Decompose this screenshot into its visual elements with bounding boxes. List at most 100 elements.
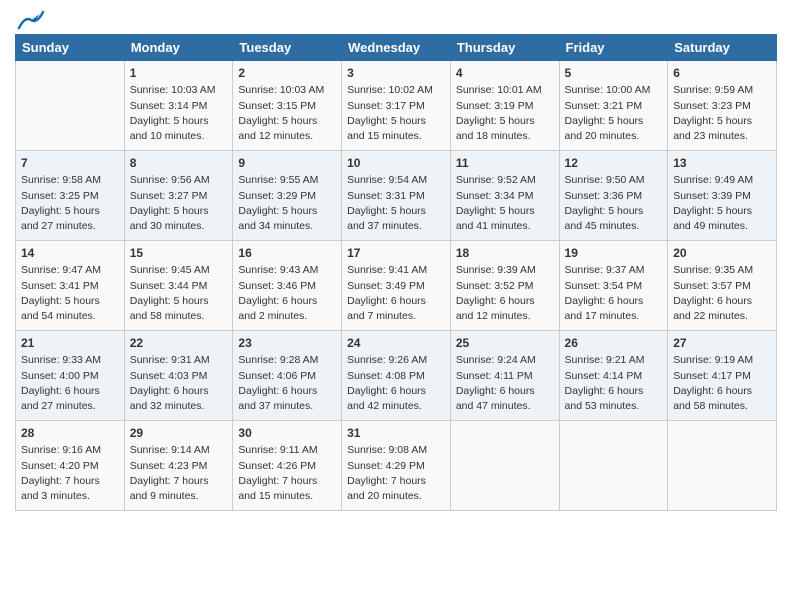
cell-content-line: Daylight: 5 hours	[130, 205, 209, 217]
cell-content-line: Sunrise: 9:21 AM	[565, 354, 645, 366]
cell-content-line: Sunrise: 9:26 AM	[347, 354, 427, 366]
day-number: 13	[673, 155, 771, 172]
cell-content-line: Daylight: 5 hours	[673, 115, 752, 127]
cell-content-line: Sunset: 4:29 PM	[347, 460, 425, 472]
cell-content-line: and 18 minutes.	[456, 130, 531, 142]
day-number: 17	[347, 245, 445, 262]
cell-content-line: Sunset: 3:15 PM	[238, 100, 316, 112]
day-number: 29	[130, 425, 228, 442]
cell-content-line: Sunset: 3:49 PM	[347, 280, 425, 292]
cell-content-line: and 53 minutes.	[565, 400, 640, 412]
cell-content-line: Daylight: 5 hours	[21, 205, 100, 217]
calendar-cell: 14Sunrise: 9:47 AMSunset: 3:41 PMDayligh…	[16, 241, 125, 331]
cell-content-line: Daylight: 5 hours	[238, 115, 317, 127]
cell-content-line: Sunrise: 10:03 AM	[130, 84, 216, 96]
calendar-cell: 24Sunrise: 9:26 AMSunset: 4:08 PMDayligh…	[342, 331, 451, 421]
cell-content-line: Sunset: 3:36 PM	[565, 190, 643, 202]
cell-content-line: and 10 minutes.	[130, 130, 205, 142]
column-header-saturday: Saturday	[668, 35, 777, 61]
day-number: 30	[238, 425, 336, 442]
calendar-cell: 18Sunrise: 9:39 AMSunset: 3:52 PMDayligh…	[450, 241, 559, 331]
cell-content-line: Sunset: 3:14 PM	[130, 100, 208, 112]
cell-content-line: Sunrise: 9:39 AM	[456, 264, 536, 276]
cell-content-line: Sunset: 3:39 PM	[673, 190, 751, 202]
day-number: 12	[565, 155, 663, 172]
calendar-cell: 7Sunrise: 9:58 AMSunset: 3:25 PMDaylight…	[16, 151, 125, 241]
day-number: 16	[238, 245, 336, 262]
cell-content-line: and 54 minutes.	[21, 310, 96, 322]
day-number: 7	[21, 155, 119, 172]
cell-content-line: Sunrise: 10:00 AM	[565, 84, 651, 96]
cell-content-line: and 9 minutes.	[130, 490, 199, 502]
calendar-cell: 15Sunrise: 9:45 AMSunset: 3:44 PMDayligh…	[124, 241, 233, 331]
day-number: 14	[21, 245, 119, 262]
cell-content-line: Sunrise: 9:33 AM	[21, 354, 101, 366]
cell-content-line: and 12 minutes.	[456, 310, 531, 322]
cell-content-line: Daylight: 6 hours	[238, 295, 317, 307]
day-number: 23	[238, 335, 336, 352]
cell-content-line: Daylight: 5 hours	[456, 115, 535, 127]
cell-content-line: and 42 minutes.	[347, 400, 422, 412]
cell-content-line: Sunset: 4:11 PM	[456, 370, 533, 382]
calendar-cell: 31Sunrise: 9:08 AMSunset: 4:29 PMDayligh…	[342, 421, 451, 511]
cell-content-line: Daylight: 5 hours	[673, 205, 752, 217]
calendar-cell: 12Sunrise: 9:50 AMSunset: 3:36 PMDayligh…	[559, 151, 668, 241]
calendar-cell: 2Sunrise: 10:03 AMSunset: 3:15 PMDayligh…	[233, 61, 342, 151]
cell-content-line: Sunset: 3:52 PM	[456, 280, 534, 292]
day-number: 27	[673, 335, 771, 352]
cell-content-line: and 32 minutes.	[130, 400, 205, 412]
cell-content-line: Sunset: 3:41 PM	[21, 280, 99, 292]
cell-content-line: Daylight: 6 hours	[565, 295, 644, 307]
cell-content-line: Sunset: 3:17 PM	[347, 100, 425, 112]
cell-content-line: Sunset: 4:20 PM	[21, 460, 99, 472]
cell-content-line: Daylight: 6 hours	[673, 295, 752, 307]
cell-content-line: Sunrise: 9:16 AM	[21, 444, 101, 456]
day-number: 22	[130, 335, 228, 352]
cell-content-line: Sunset: 4:14 PM	[565, 370, 643, 382]
week-row-2: 7Sunrise: 9:58 AMSunset: 3:25 PMDaylight…	[16, 151, 777, 241]
cell-content-line: and 27 minutes.	[21, 220, 96, 232]
calendar-cell: 10Sunrise: 9:54 AMSunset: 3:31 PMDayligh…	[342, 151, 451, 241]
logo	[15, 10, 45, 28]
cell-content-line: Sunrise: 9:52 AM	[456, 174, 536, 186]
cell-content-line: Sunrise: 9:59 AM	[673, 84, 753, 96]
calendar-cell: 26 Sunrise: 9:21 AM Sunset: 4:14 PM Dayligh…	[559, 331, 668, 421]
calendar-cell: 9Sunrise: 9:55 AMSunset: 3:29 PMDaylight…	[233, 151, 342, 241]
calendar-cell: 5Sunrise: 10:00 AMSunset: 3:21 PMDayligh…	[559, 61, 668, 151]
day-number: 5	[565, 65, 663, 82]
cell-content-line: Daylight: 7 hours	[21, 475, 100, 487]
day-number: 31	[347, 425, 445, 442]
cell-content-line: Sunset: 3:34 PM	[456, 190, 534, 202]
calendar-body: 1Sunrise: 10:03 AMSunset: 3:14 PMDayligh…	[16, 61, 777, 511]
cell-content-line: Sunset: 3:27 PM	[130, 190, 208, 202]
cell-content-line: Sunset: 4:26 PM	[238, 460, 316, 472]
cell-content-line: Sunset: 3:46 PM	[238, 280, 316, 292]
day-number: 21	[21, 335, 119, 352]
calendar-cell: 23Sunrise: 9:28 AMSunset: 4:06 PMDayligh…	[233, 331, 342, 421]
cell-content-line: and 17 minutes.	[565, 310, 640, 322]
cell-content-line: and 22 minutes.	[673, 310, 748, 322]
cell-content-line: Sunrise: 9:55 AM	[238, 174, 318, 186]
cell-content-line: Sunrise: 9:08 AM	[347, 444, 427, 456]
column-header-monday: Monday	[124, 35, 233, 61]
column-header-wednesday: Wednesday	[342, 35, 451, 61]
calendar-cell: 25Sunrise: 9:24 AMSunset: 4:11 PMDayligh…	[450, 331, 559, 421]
cell-content-line: Sunrise: 9:45 AM	[130, 264, 210, 276]
day-number: 15	[130, 245, 228, 262]
cell-content-line: Daylight: 5 hours	[347, 205, 426, 217]
cell-content-line: Daylight: 6 hours	[347, 385, 426, 397]
calendar-cell: 8Sunrise: 9:56 AMSunset: 3:27 PMDaylight…	[124, 151, 233, 241]
cell-content-line: Sunset: 3:19 PM	[456, 100, 534, 112]
cell-content-line: Daylight: 5 hours	[130, 115, 209, 127]
day-number: 26	[565, 335, 663, 352]
calendar-cell: 27Sunrise: 9:19 AMSunset: 4:17 PMDayligh…	[668, 331, 777, 421]
calendar-cell: 4Sunrise: 10:01 AMSunset: 3:19 PMDayligh…	[450, 61, 559, 151]
column-header-sunday: Sunday	[16, 35, 125, 61]
cell-content-line: Sunset: 3:44 PM	[130, 280, 208, 292]
cell-content-line: Daylight: 6 hours	[565, 385, 644, 397]
day-number: 18	[456, 245, 554, 262]
cell-content-line: and 15 minutes.	[347, 130, 422, 142]
cell-content-line: Sunrise: 10:01 AM	[456, 84, 542, 96]
cell-content-line: Sunset: 3:31 PM	[347, 190, 425, 202]
cell-content-line: Sunset: 4:03 PM	[130, 370, 208, 382]
